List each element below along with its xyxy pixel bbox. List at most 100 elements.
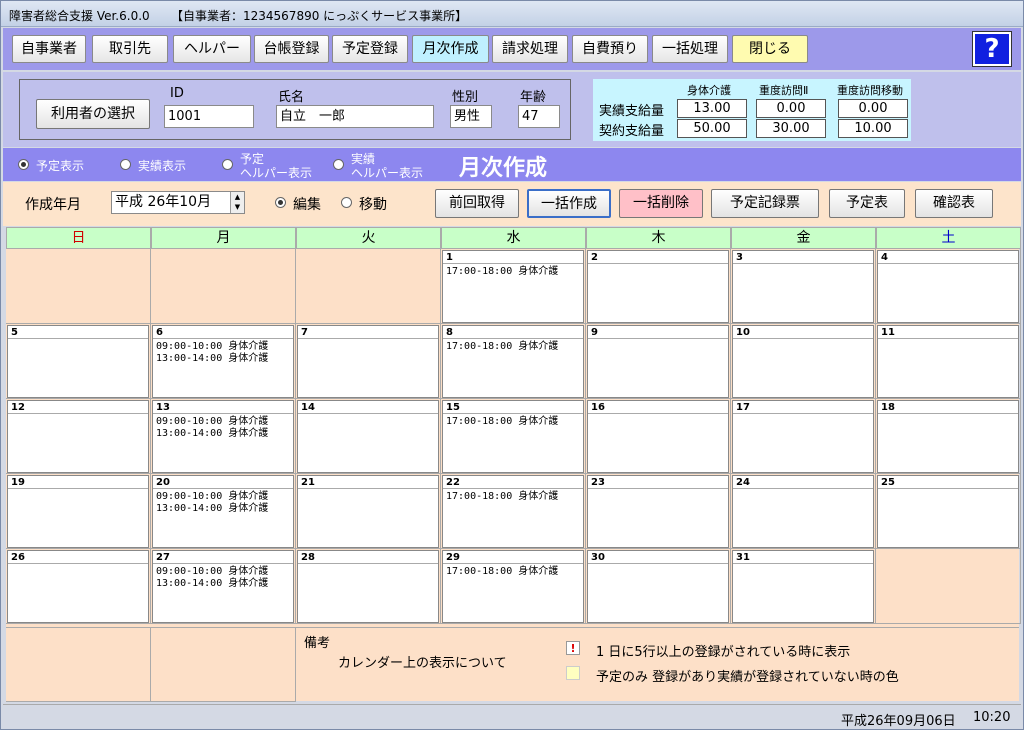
day-number: 15 bbox=[443, 401, 583, 414]
move-radio[interactable] bbox=[341, 197, 352, 208]
contract-heavy-visit-2-value: 30.00 bbox=[756, 119, 826, 138]
year-month-label: 作成年月 bbox=[25, 197, 81, 213]
day-box[interactable]: 28 bbox=[297, 550, 439, 623]
monthly-create-button[interactable]: 月次作成 bbox=[412, 35, 489, 63]
calendar-cell: 18 bbox=[876, 399, 1021, 474]
calendar-cell: 24 bbox=[731, 474, 876, 549]
sex-field[interactable]: 男性 bbox=[450, 105, 492, 128]
day-box[interactable]: 26 bbox=[7, 550, 149, 623]
day-schedule: 17:00-18:00 身体介護 bbox=[446, 341, 559, 352]
schedule-record-button[interactable]: 予定記録票 bbox=[711, 189, 819, 218]
day-box[interactable]: 18 bbox=[877, 400, 1019, 473]
day-box[interactable]: 22 17:00-18:00 身体介護 bbox=[442, 475, 584, 548]
billing-button[interactable]: 請求処理 bbox=[492, 35, 568, 63]
day-number: 21 bbox=[298, 476, 438, 489]
spin-arrows-icon[interactable]: ▲ ▼ bbox=[230, 192, 244, 213]
day-number: 4 bbox=[878, 251, 1018, 264]
clients-button[interactable]: 取引先 bbox=[92, 35, 168, 63]
day-box[interactable]: 8 17:00-18:00 身体介護 bbox=[442, 325, 584, 398]
select-user-button[interactable]: 利用者の選択 bbox=[36, 99, 150, 129]
self-pay-button[interactable]: 自費預り bbox=[572, 35, 648, 63]
actual-display-radio[interactable] bbox=[120, 159, 131, 170]
year-month-field[interactable]: 平成 26年10月 ▲ ▼ bbox=[111, 191, 245, 214]
confirm-table-button[interactable]: 確認表 bbox=[915, 189, 993, 218]
day-box[interactable]: 21 bbox=[297, 475, 439, 548]
plan-helper-radio[interactable] bbox=[222, 159, 233, 170]
day-box[interactable]: 2 bbox=[587, 250, 729, 323]
calendar-cell: 27 09:00-10:00 身体介護 13:00-14:00 身体介護 bbox=[151, 549, 296, 624]
calendar-cell: 13 09:00-10:00 身体介護 13:00-14:00 身体介護 bbox=[151, 399, 296, 474]
get-previous-button[interactable]: 前回取得 bbox=[435, 189, 519, 218]
day-box[interactable]: 20 09:00-10:00 身体介護 13:00-14:00 身体介護 bbox=[152, 475, 294, 548]
calendar-cell: 25 bbox=[876, 474, 1021, 549]
help-button[interactable]: ? bbox=[972, 31, 1012, 67]
day-box[interactable]: 15 17:00-18:00 身体介護 bbox=[442, 400, 584, 473]
day-box[interactable]: 12 bbox=[7, 400, 149, 473]
batch-button[interactable]: 一括処理 bbox=[652, 35, 728, 63]
ledger-button[interactable]: 台帳登録 bbox=[254, 35, 329, 63]
day-number: 12 bbox=[8, 401, 148, 414]
user-panel: 利用者の選択 ID 1001 氏名 自立 一郎 性別 男性 年齢 47 身体介護… bbox=[3, 72, 1021, 147]
actual-helper-radio[interactable] bbox=[333, 159, 344, 170]
year-month-value: 平成 26年10月 bbox=[115, 194, 212, 210]
day-box[interactable]: 1 17:00-18:00 身体介護 bbox=[442, 250, 584, 323]
day-box[interactable]: 16 bbox=[587, 400, 729, 473]
day-box[interactable]: 11 bbox=[877, 325, 1019, 398]
calendar: 日月火水木金土 1 17:00-18:00 身体介護 2 3 4 5 6 09:00-10:0… bbox=[6, 227, 1021, 702]
day-box[interactable]: 29 17:00-18:00 身体介護 bbox=[442, 550, 584, 623]
age-field[interactable]: 47 bbox=[518, 105, 560, 128]
day-box[interactable]: 25 bbox=[877, 475, 1019, 548]
day-box[interactable]: 23 bbox=[587, 475, 729, 548]
day-box[interactable]: 7 bbox=[297, 325, 439, 398]
day-box[interactable]: 27 09:00-10:00 身体介護 13:00-14:00 身体介護 bbox=[152, 550, 294, 623]
day-box[interactable]: 30 bbox=[587, 550, 729, 623]
day-box[interactable]: 10 bbox=[732, 325, 874, 398]
day-box[interactable]: 4 bbox=[877, 250, 1019, 323]
day-number: 8 bbox=[443, 326, 583, 339]
name-label: 氏名 bbox=[278, 90, 305, 105]
day-box[interactable]: 6 09:00-10:00 身体介護 13:00-14:00 身体介護 bbox=[152, 325, 294, 398]
day-box[interactable]: 24 bbox=[732, 475, 874, 548]
day-box[interactable]: 19 bbox=[7, 475, 149, 548]
day-box[interactable]: 31 bbox=[732, 550, 874, 623]
day-box[interactable]: 5 bbox=[7, 325, 149, 398]
day-number: 26 bbox=[8, 551, 148, 564]
legend-text-2: 予定のみ 登録があり実績が登録されていない時の色 bbox=[596, 670, 899, 685]
day-box[interactable]: 3 bbox=[732, 250, 874, 323]
mode-bar: 予定表示 実績表示 予定 ヘルパー表示 実績 ヘルパー表示 月次作成 bbox=[3, 148, 1021, 181]
id-field[interactable]: 1001 bbox=[164, 105, 254, 128]
contract-supply-label: 契約支給量 bbox=[599, 124, 665, 139]
calendar-cell: 28 bbox=[296, 549, 441, 624]
day-schedule: 17:00-18:00 身体介護 bbox=[446, 266, 559, 277]
calendar-cell bbox=[296, 249, 441, 324]
day-box[interactable]: 9 bbox=[587, 325, 729, 398]
schedule-table-button[interactable]: 予定表 bbox=[829, 189, 905, 218]
calendar-cell: 4 bbox=[876, 249, 1021, 324]
age-label: 年齢 bbox=[520, 90, 547, 105]
calendar-cell: 23 bbox=[586, 474, 731, 549]
pay-header-body-care: 身体介護 bbox=[687, 84, 731, 97]
helper-button[interactable]: ヘルパー bbox=[173, 35, 251, 63]
day-number: 5 bbox=[8, 326, 148, 339]
calendar-cell bbox=[876, 549, 1021, 624]
schedule-register-button[interactable]: 予定登録 bbox=[332, 35, 408, 63]
day-box[interactable]: 17 bbox=[732, 400, 874, 473]
close-button[interactable]: 閉じる bbox=[732, 35, 808, 63]
day-box[interactable]: 14 bbox=[297, 400, 439, 473]
calendar-cell: 6 09:00-10:00 身体介護 13:00-14:00 身体介護 bbox=[151, 324, 296, 399]
app-title: 障害者総合支援 Ver.6.0.0 bbox=[9, 9, 150, 23]
name-field[interactable]: 自立 一郎 bbox=[276, 105, 434, 128]
day-number: 22 bbox=[443, 476, 583, 489]
actual-heavy-visit-2-value: 0.00 bbox=[756, 99, 826, 118]
day-box[interactable]: 13 09:00-10:00 身体介護 13:00-14:00 身体介護 bbox=[152, 400, 294, 473]
actual-body-care-value: 13.00 bbox=[677, 99, 747, 118]
own-office-button[interactable]: 自事業者 bbox=[12, 35, 86, 63]
plan-helper-label-2: ヘルパー表示 bbox=[240, 166, 313, 180]
payment-panel: 身体介護 重度訪問Ⅱ 重度訪問移動 実績支給量 契約支給量 13.00 0.00… bbox=[593, 79, 911, 141]
edit-radio[interactable] bbox=[275, 197, 286, 208]
batch-delete-button[interactable]: 一括削除 bbox=[619, 189, 703, 218]
calendar-cell: 17 bbox=[731, 399, 876, 474]
day-number: 1 bbox=[443, 251, 583, 264]
batch-create-button[interactable]: 一括作成 bbox=[527, 189, 611, 218]
plan-display-radio[interactable] bbox=[18, 159, 29, 170]
